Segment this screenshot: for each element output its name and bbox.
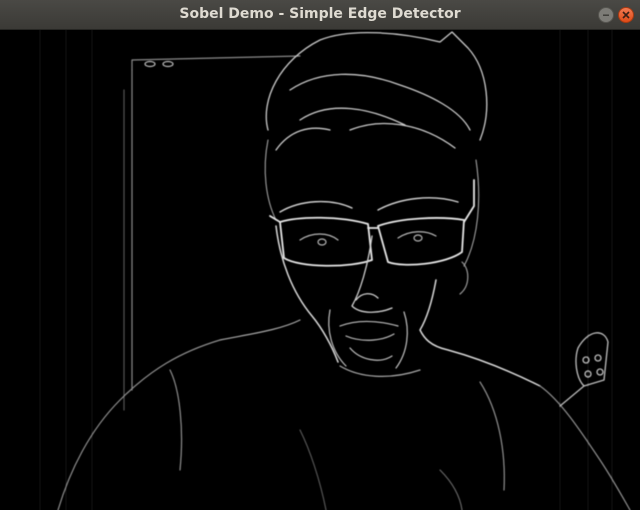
minimize-button[interactable] (598, 7, 614, 23)
close-icon (622, 11, 630, 19)
minimize-icon (602, 11, 610, 19)
edge-output-image (0, 30, 640, 510)
sobel-edge-image (39, 30, 631, 510)
app-window: Sobel Demo - Simple Edge Detector (0, 0, 640, 510)
window-title: Sobel Demo - Simple Edge Detector (179, 6, 461, 22)
title-bar[interactable]: Sobel Demo - Simple Edge Detector (0, 0, 640, 30)
close-button[interactable] (618, 7, 634, 23)
